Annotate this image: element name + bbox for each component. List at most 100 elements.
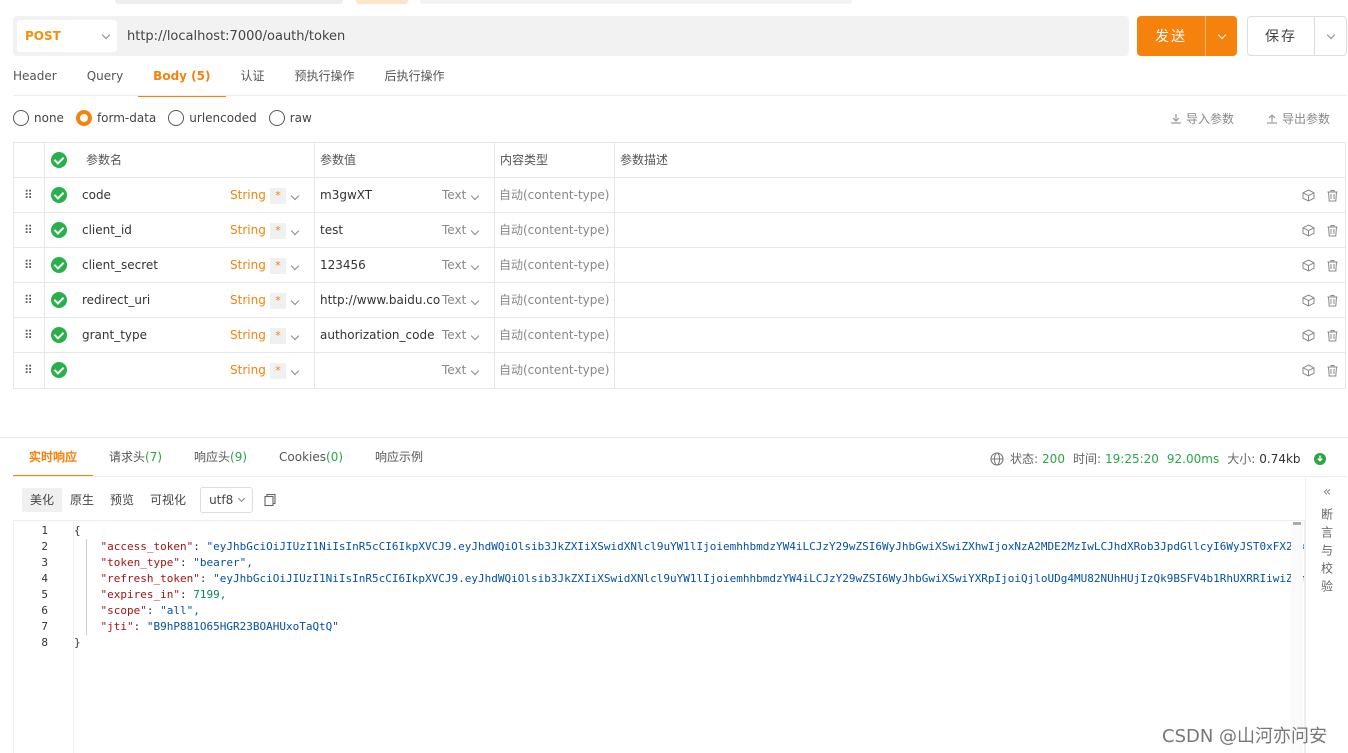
value-type-select[interactable]: Text [442,213,466,247]
delete-icon[interactable] [1326,178,1339,212]
required-toggle[interactable]: * [270,188,286,204]
chevron-down-icon[interactable] [290,261,300,271]
cube-icon[interactable] [1302,248,1315,282]
tab-cookies[interactable]: Cookies(0) [263,440,359,477]
delete-icon[interactable] [1326,248,1339,282]
param-value[interactable]: authorization_code [320,318,434,352]
param-name[interactable]: code [82,178,111,212]
chevron-down-icon[interactable] [290,191,300,201]
required-toggle[interactable]: * [270,328,286,344]
param-type-select[interactable]: String [230,248,266,282]
row-checkbox[interactable] [51,362,67,378]
param-name[interactable]: client_secret [82,248,158,282]
value-type-select[interactable]: Text [442,178,466,212]
import-params-button[interactable]: 导入参数 [1170,110,1234,127]
export-params-button[interactable]: 导出参数 [1266,110,1330,127]
drag-handle-icon[interactable]: ⠿ [24,248,33,282]
chevron-down-icon[interactable] [290,331,300,341]
row-checkbox[interactable] [51,327,67,343]
tab-post-script[interactable]: 后执行操作 [370,60,460,96]
tab-live-response[interactable]: 实时响应 [13,440,94,477]
chevron-down-icon[interactable] [470,331,480,341]
method-select[interactable]: POST [17,20,117,52]
collapse-icon[interactable]: « [1323,484,1332,500]
param-value[interactable]: 123456 [320,248,366,282]
send-button[interactable]: 发送 [1137,16,1237,56]
required-toggle[interactable]: * [270,363,286,379]
view-pretty[interactable]: 美化 [22,488,63,512]
tab-query[interactable]: Query [72,60,138,96]
required-toggle[interactable]: * [270,293,286,309]
drag-handle-icon[interactable]: ⠿ [24,213,33,247]
chevron-down-icon[interactable] [290,366,300,376]
delete-icon[interactable] [1326,283,1339,317]
content-type[interactable]: 自动(content-type) [499,178,609,212]
drag-handle-icon[interactable]: ⠿ [24,318,33,352]
content-type[interactable]: 自动(content-type) [499,318,609,352]
radio-raw[interactable]: raw [268,110,312,126]
required-toggle[interactable]: * [270,258,286,274]
chevron-down-icon[interactable] [470,261,480,271]
param-type-select[interactable]: String [230,178,266,212]
chevron-down-icon[interactable] [470,296,480,306]
cube-icon[interactable] [1302,318,1315,352]
param-name[interactable]: grant_type [82,318,147,352]
drag-handle-icon[interactable]: ⠿ [24,283,33,317]
value-type-select[interactable]: Text [442,318,466,352]
download-response-icon[interactable] [1313,452,1327,466]
drag-handle-icon[interactable]: ⠿ [24,353,33,387]
param-value[interactable]: test [320,213,343,247]
save-dropdown[interactable] [1315,30,1346,39]
send-dropdown[interactable] [1206,30,1237,39]
tab-header[interactable]: Header [13,60,72,96]
save-button[interactable]: 保存 [1247,16,1347,56]
tab-response-headers[interactable]: 响应头(9) [178,440,263,477]
view-visualize[interactable]: 可视化 [142,488,194,512]
editor-scrollbar[interactable] [1291,522,1303,753]
radio-urlencoded[interactable]: urlencoded [168,110,257,126]
drag-handle-icon[interactable]: ⠿ [24,178,33,212]
value-type-select[interactable]: Text [442,248,466,282]
row-checkbox[interactable] [51,222,67,238]
tab-response-examples[interactable]: 响应示例 [359,440,439,477]
cube-icon[interactable] [1302,353,1315,387]
value-type-select[interactable]: Text [442,283,466,317]
chevron-down-icon[interactable] [290,226,300,236]
row-checkbox[interactable] [51,257,67,273]
tab-request-headers[interactable]: 请求头(7) [93,440,178,477]
select-all-checkbox[interactable] [51,152,67,168]
delete-icon[interactable] [1326,318,1339,352]
param-value[interactable]: http://www.baidu.co [320,283,440,317]
tab-auth[interactable]: 认证 [226,60,280,96]
radio-form-data[interactable]: form-data [75,110,156,126]
response-editor[interactable]: 1 2 3 4 5 6 7 8 { "access_token": "eyJhbGciOiJI… [13,520,1305,753]
value-type-select[interactable]: Text [442,353,466,387]
param-type-select[interactable]: String [230,353,266,387]
delete-icon[interactable] [1326,353,1339,387]
assertion-panel[interactable]: « 断言与校验 [1305,478,1348,753]
param-name[interactable]: client_id [82,213,132,247]
cube-icon[interactable] [1302,283,1315,317]
view-raw[interactable]: 原生 [62,488,102,512]
content-type[interactable]: 自动(content-type) [499,213,609,247]
param-name[interactable]: redirect_uri [82,283,150,317]
chevron-down-icon[interactable] [470,366,480,376]
encoding-select[interactable]: utf8 [200,487,254,513]
row-checkbox[interactable] [51,292,67,308]
param-type-select[interactable]: String [230,213,266,247]
tab-pre-script[interactable]: 预执行操作 [280,60,370,96]
copy-icon[interactable] [263,493,277,507]
chevron-down-icon[interactable] [290,296,300,306]
param-value[interactable]: m3gwXT [320,178,372,212]
param-type-select[interactable]: String [230,283,266,317]
radio-none[interactable]: none [13,110,64,126]
content-type[interactable]: 自动(content-type) [499,353,609,387]
param-type-select[interactable]: String [230,318,266,352]
required-toggle[interactable]: * [270,223,286,239]
content-type[interactable]: 自动(content-type) [499,248,609,282]
chevron-down-icon[interactable] [470,226,480,236]
tab-body[interactable]: Body (5) [138,60,226,97]
cube-icon[interactable] [1302,178,1315,212]
chevron-down-icon[interactable] [470,191,480,201]
url-input[interactable]: http://localhost:7000/oauth/token [127,29,345,44]
